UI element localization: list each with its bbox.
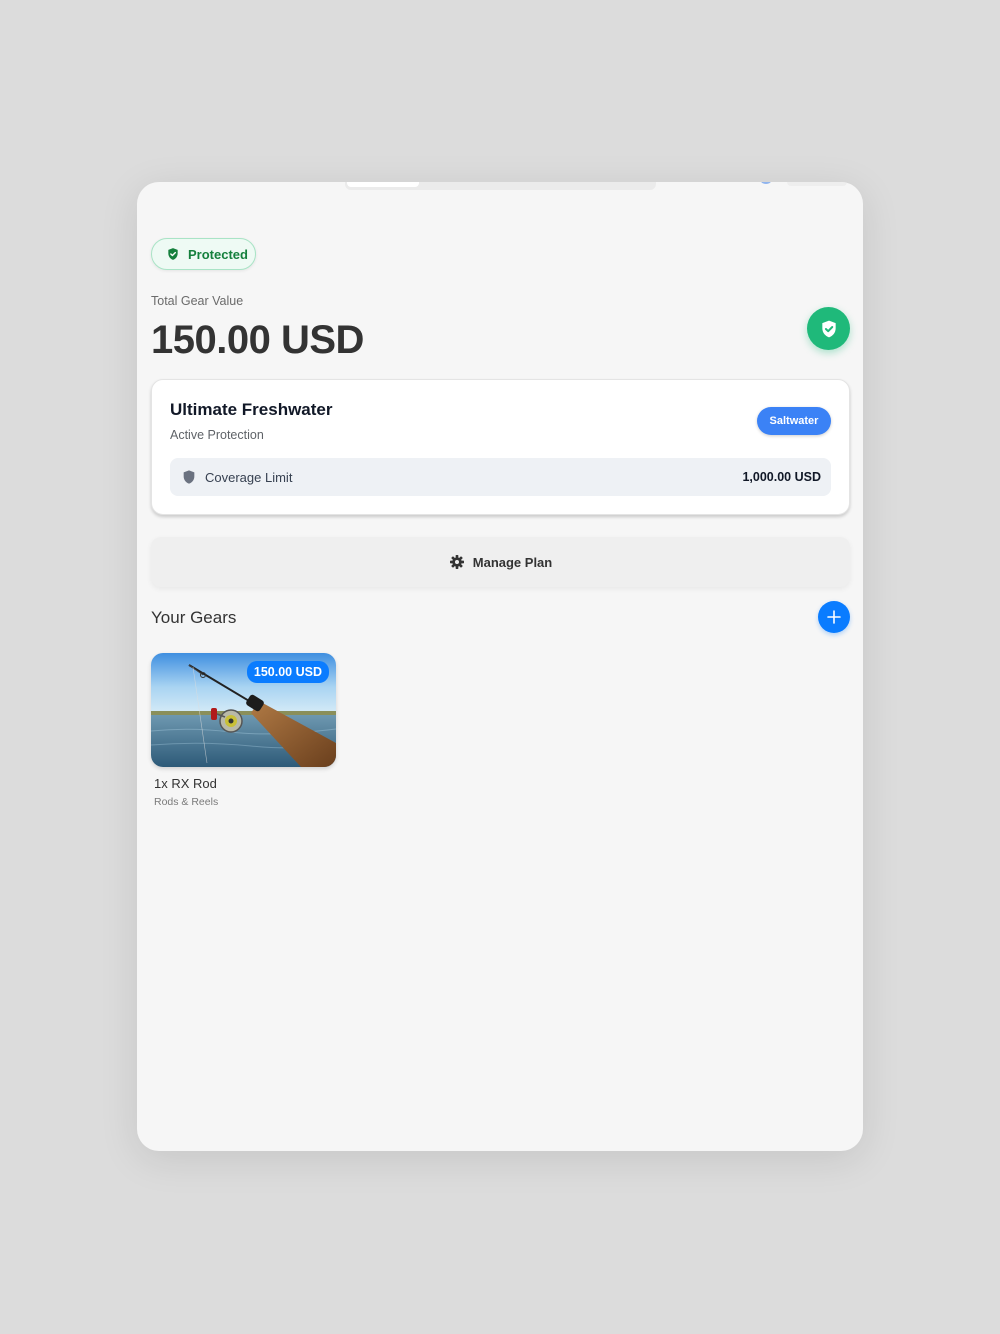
shield-check-icon xyxy=(168,248,178,260)
gear-photo: 150.00 USD xyxy=(151,653,336,767)
app-screen: Protected Total Gear Value 150.00 USD Ul… xyxy=(137,182,863,1151)
gear-icon xyxy=(449,555,464,569)
plan-title: Ultimate Freshwater xyxy=(170,400,333,419)
protected-status-badge: Protected xyxy=(151,238,256,270)
your-gears-heading: Your Gears xyxy=(151,608,237,627)
gear-card[interactable]: 150.00 USD 1x RX Rod Rods & Reels xyxy=(151,653,336,808)
add-gear-button[interactable] xyxy=(818,601,850,633)
coverage-limit-value: 1,000.00 USD xyxy=(742,470,821,484)
protected-status-label: Protected xyxy=(188,246,248,262)
plan-status: Active Protection xyxy=(170,428,264,442)
top-bar-right xyxy=(787,182,847,186)
plan-card: Ultimate Freshwater Active Protection Sa… xyxy=(151,379,850,515)
shield-check-icon xyxy=(821,320,836,337)
coverage-limit-row: Coverage Limit 1,000.00 USD xyxy=(170,458,831,496)
manage-plan-label: Manage Plan xyxy=(472,554,553,570)
saltwater-button[interactable]: Saltwater xyxy=(757,407,831,435)
plus-icon xyxy=(827,610,841,624)
top-bar-pill xyxy=(347,182,419,187)
manage-plan-button[interactable]: Manage Plan xyxy=(151,537,850,587)
shield-icon xyxy=(183,470,195,484)
gear-price-badge: 150.00 USD xyxy=(246,661,329,683)
gear-name: 1x RX Rod xyxy=(154,776,217,791)
gear-category: Rods & Reels xyxy=(154,796,219,808)
coverage-limit-label: Coverage Limit xyxy=(205,469,293,485)
total-gear-value-label: Total Gear Value xyxy=(151,294,244,308)
top-bar-indicator xyxy=(761,182,771,184)
total-gear-value-amount: 150.00 USD xyxy=(151,318,364,362)
protection-shield-icon xyxy=(807,307,850,350)
